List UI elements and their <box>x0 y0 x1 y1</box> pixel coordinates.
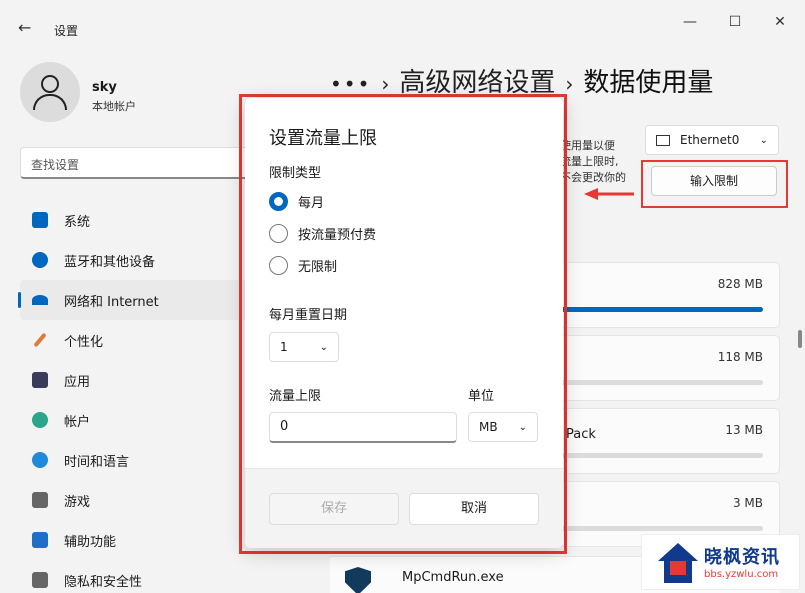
app-usage-row[interactable]: 118 MB <box>560 335 780 401</box>
chevron-down-icon: ⌄ <box>759 134 768 146</box>
sidebar-item-label: 网络和 Internet <box>64 294 159 310</box>
close-icon[interactable]: ✕ <box>770 14 790 30</box>
app-usage-size: 3 MB <box>732 496 763 510</box>
network-adapter-icon <box>656 134 670 146</box>
sidebar-item-label: 时间和语言 <box>64 454 130 470</box>
app-usage-size: 118 MB <box>717 350 763 364</box>
wifi-icon <box>32 295 48 305</box>
maximize-icon[interactable]: ☐ <box>725 14 745 30</box>
account-type: 本地帐户 <box>92 100 136 113</box>
sidebar-item-label: 隐私和安全性 <box>64 574 143 590</box>
title-bar: ← 设置 — ☐ ✕ <box>0 0 805 44</box>
adapter-select[interactable]: Ethernet0 ⌄ <box>645 125 779 155</box>
usage-bar <box>561 307 763 312</box>
app-usage-row[interactable]: 828 MB <box>560 262 780 328</box>
user-name: sky <box>92 80 117 95</box>
watermark-logo: 晓枫资讯 bbs.yzwlu.com <box>641 534 800 590</box>
highlight-box <box>641 160 788 208</box>
sidebar-item-label: 系统 <box>64 214 91 230</box>
usage-bar <box>561 526 763 531</box>
radio-unlimited[interactable]: 无限制 <box>269 256 337 275</box>
sidebar-item-label: 蓝牙和其他设备 <box>64 254 156 270</box>
sidebar-item-label: 应用 <box>64 374 91 390</box>
brush-icon <box>33 332 47 348</box>
user-profile[interactable]: sky 本地帐户 <box>20 62 136 122</box>
radio-prepaid[interactable]: 按流量预付费 <box>269 224 376 243</box>
watermark-url: bbs.yzwlu.com <box>704 569 779 580</box>
adapter-selected-value: Ethernet0 <box>680 133 740 147</box>
logo-accent <box>670 561 686 575</box>
cancel-button[interactable]: 取消 <box>409 493 539 525</box>
defender-shield-icon <box>345 567 371 593</box>
avatar-icon <box>20 62 80 122</box>
sidebar-item-shield[interactable]: 隐私和安全性 <box>20 560 320 593</box>
radio-checked-icon <box>269 192 288 211</box>
radio-label: 按流量预付费 <box>298 228 377 243</box>
data-limit-dialog: 设置流量上限 限制类型 每月 按流量预付费 无限制 每月重置日期 1 ⌄ 流量上… <box>245 98 563 548</box>
data-limit-label: 流量上限 <box>269 389 322 404</box>
description-line: 流量上限时, <box>560 155 619 168</box>
unit-value: MB <box>479 420 498 434</box>
chevron-down-icon: ⌄ <box>319 341 328 353</box>
reset-date-select[interactable]: 1 ⌄ <box>269 332 339 362</box>
description-line: 使用量以便 <box>560 139 615 152</box>
page-title: 数据使用量 <box>583 68 714 98</box>
sidebar-item-label: 帐户 <box>64 414 91 430</box>
reset-date-value: 1 <box>280 340 288 354</box>
sidebar-item-label: 游戏 <box>64 494 91 510</box>
radio-label: 无限制 <box>298 260 338 275</box>
account-icon <box>32 412 48 428</box>
shield-icon <box>32 572 48 588</box>
data-limit-input[interactable]: 0 <box>269 412 457 443</box>
accessibility-icon <box>32 532 48 548</box>
app-title: 设置 <box>54 24 79 38</box>
data-limit-description: 使用量以便 流量上限时, 不会更改你的 <box>560 138 640 186</box>
gamepad-icon <box>32 492 48 508</box>
unit-label: 单位 <box>468 389 495 404</box>
dialog-title: 设置流量上限 <box>269 128 377 149</box>
breadcrumb-more-icon[interactable]: ••• <box>330 72 371 96</box>
back-arrow-icon[interactable]: ← <box>18 18 31 37</box>
usage-bar <box>561 453 763 458</box>
radio-label: 每月 <box>298 196 325 211</box>
scrollbar[interactable] <box>798 330 802 348</box>
app-usage-row[interactable]: Pack 13 MB <box>560 408 780 474</box>
watermark-title: 晓枫资讯 <box>704 547 780 568</box>
usage-bar-fill <box>561 307 763 312</box>
usage-bar <box>561 380 763 385</box>
chevron-down-icon: ⌄ <box>518 421 527 433</box>
radio-unchecked-icon <box>269 224 288 243</box>
radio-monthly[interactable]: 每月 <box>269 192 324 211</box>
minimize-icon[interactable]: — <box>680 14 700 30</box>
app-name: Pack <box>566 427 596 442</box>
reset-date-label: 每月重置日期 <box>269 308 348 323</box>
system-icon <box>32 212 48 228</box>
save-button[interactable]: 保存 <box>269 493 399 525</box>
breadcrumb-separator: › <box>565 72 574 96</box>
sidebar-item-label: 个性化 <box>64 334 104 350</box>
app-usage-size: 828 MB <box>717 277 763 291</box>
limit-type-label: 限制类型 <box>269 166 322 181</box>
description-line: 不会更改你的 <box>560 171 626 184</box>
annotation-arrow-icon <box>584 188 634 200</box>
app-name: MpCmdRun.exe <box>402 570 504 585</box>
sidebar-item-label: 辅助功能 <box>64 534 117 550</box>
unit-select[interactable]: MB ⌄ <box>468 412 538 442</box>
bluetooth-icon <box>32 252 48 268</box>
clock-icon <box>32 452 48 468</box>
radio-unchecked-icon <box>269 256 288 275</box>
breadcrumb-separator: › <box>381 72 390 96</box>
dialog-footer: 保存 取消 <box>245 468 563 548</box>
app-usage-size: 13 MB <box>725 423 763 437</box>
apps-icon <box>32 372 48 388</box>
